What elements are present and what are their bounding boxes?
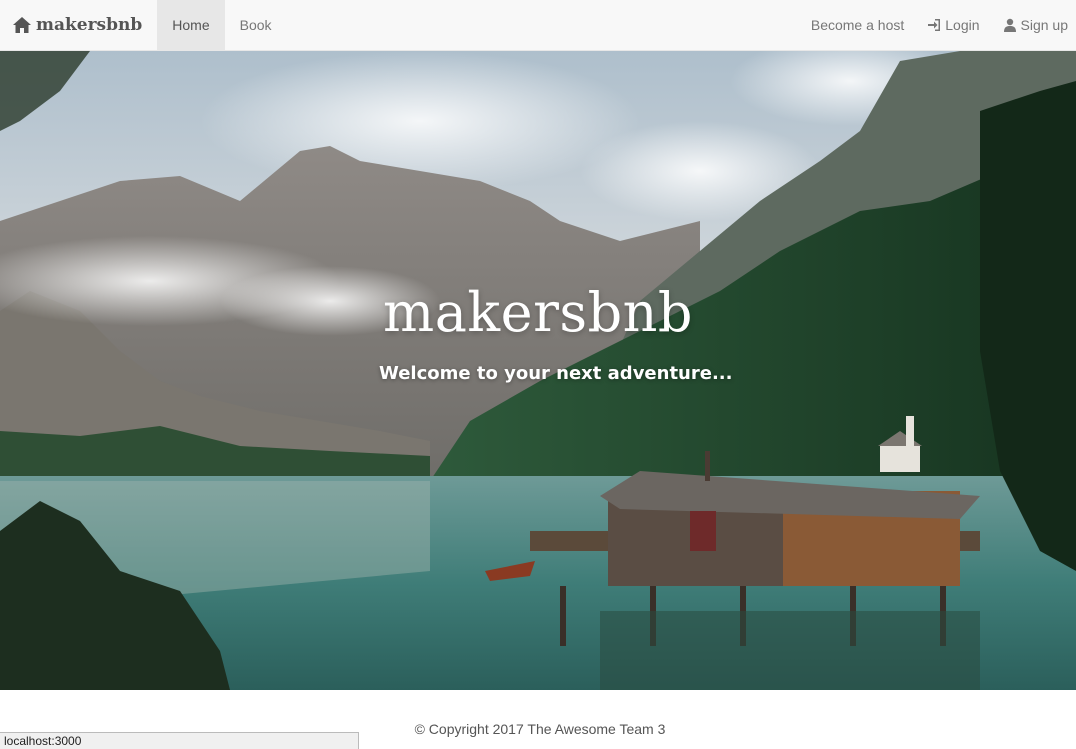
navbar: makersbnb Home Book Become a host Login … [0,0,1076,51]
nav-book[interactable]: Book [225,0,287,50]
hero-subtitle: Welcome to your next adventure... [379,363,733,384]
user-icon [1003,18,1017,32]
brand-name: makersbnb [36,15,143,35]
navbar-right: Become a host Login Sign up [796,0,1076,50]
hero-title: makersbnb [382,281,694,344]
hero-banner: makersbnb Welcome to your next adventure… [0,51,1076,690]
nav-login[interactable]: Login [912,0,987,50]
nav-signup[interactable]: Sign up [988,0,1076,50]
navbar-left: makersbnb Home Book [0,0,287,50]
nav-home[interactable]: Home [157,0,225,50]
signup-label: Sign up [1020,17,1068,33]
login-icon [927,18,941,32]
brand-link[interactable]: makersbnb [0,0,157,50]
login-label: Login [945,17,980,33]
browser-status-url: localhost:3000 [0,732,359,749]
nav-become-host[interactable]: Become a host [796,0,912,50]
home-icon [12,15,32,35]
